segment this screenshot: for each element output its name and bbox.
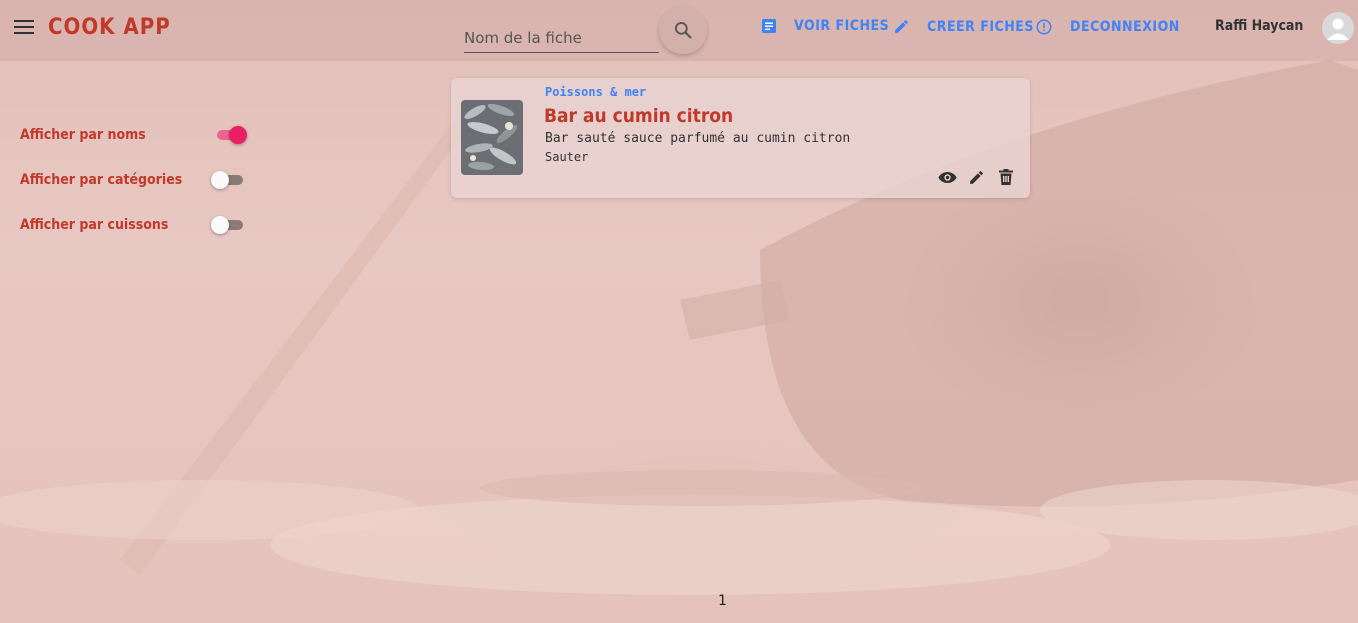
hamburger-menu-icon[interactable] [14, 20, 34, 36]
user-name: Raffi Haycan [1215, 18, 1304, 34]
recipe-cooking-method: Sauter [545, 150, 589, 164]
filter-by-cooking-label: Afficher par cuissons [20, 217, 169, 233]
nav-voir-fiches[interactable]: VOIR FICHES [761, 18, 889, 34]
filter-by-category: Afficher par catégories [20, 168, 245, 192]
nav-creer-fiches[interactable]: CREER FICHES [893, 18, 1034, 35]
nav-deconnexion-label: DECONNEXION [1070, 19, 1180, 35]
info-icon [1036, 19, 1052, 35]
filter-by-category-label: Afficher par catégories [20, 172, 183, 188]
app-title[interactable]: COOK APP [48, 15, 171, 40]
recipe-image [461, 100, 523, 175]
search-input[interactable] [464, 18, 659, 52]
pagination-page-1[interactable]: 1 [718, 593, 727, 609]
filter-by-name-toggle[interactable] [215, 125, 247, 145]
search-button[interactable] [659, 6, 707, 54]
nav-creer-fiches-label: CREER FICHES [927, 18, 1034, 35]
document-icon [762, 19, 776, 33]
pencil-icon [970, 170, 983, 184]
recipe-description: Bar sauté sauce parfumé au cumin citron [545, 131, 851, 146]
trash-icon [998, 169, 1013, 185]
nav-voir-fiches-label: VOIR FICHES [794, 18, 890, 34]
search-icon [675, 22, 692, 39]
filter-by-cooking-toggle[interactable] [211, 215, 245, 235]
recipe-category[interactable]: Poissons & mer [545, 85, 646, 99]
filter-by-name-label: Afficher par noms [20, 127, 146, 143]
user-icon [1327, 18, 1349, 40]
recipe-actions [933, 168, 1020, 186]
top-app-bar: COOK APP VOIR FICHES CREER FICHES DECONN… [0, 0, 1358, 61]
filter-by-cooking: Afficher par cuissons [20, 213, 245, 237]
filter-by-name: Afficher par noms [20, 123, 247, 147]
recipe-title[interactable]: Bar au cumin citron [544, 105, 733, 127]
search-field [464, 18, 659, 53]
eye-icon [938, 171, 957, 183]
filter-by-category-toggle[interactable] [211, 170, 245, 190]
delete-button[interactable] [991, 168, 1020, 186]
pencil-icon [895, 20, 908, 33]
avatar[interactable] [1322, 12, 1354, 44]
recipe-card: Poissons & mer Bar au cumin citron Bar s… [451, 78, 1030, 198]
edit-button[interactable] [962, 168, 991, 186]
nav-deconnexion[interactable]: DECONNEXION [1035, 18, 1180, 36]
view-button[interactable] [933, 168, 962, 186]
